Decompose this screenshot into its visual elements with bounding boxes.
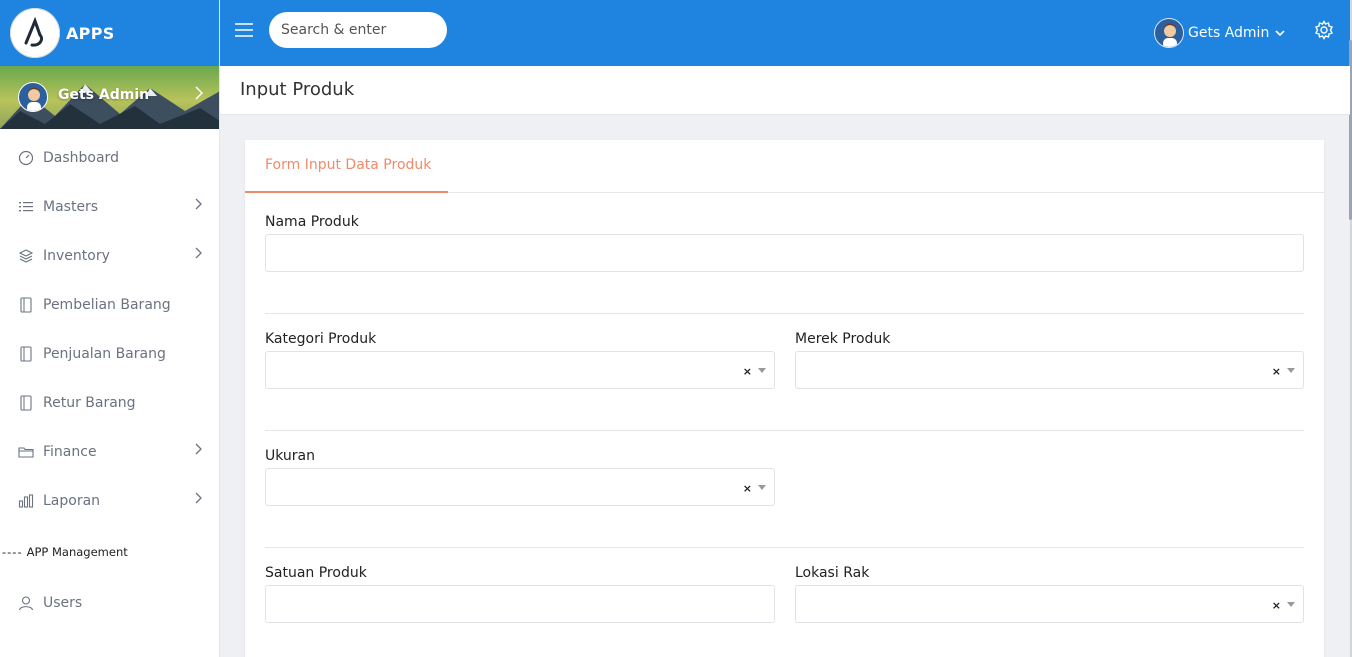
sidebar-user-panel[interactable]: Gets Admin: [0, 66, 219, 129]
sidebar-item-users[interactable]: Users: [0, 578, 219, 627]
sidebar-item-label: Pembelian Barang: [43, 296, 171, 313]
sidebar-item-laporan[interactable]: Laporan: [0, 476, 219, 525]
notebook-icon: [18, 296, 34, 313]
folder-icon: [18, 444, 34, 460]
sidebar-item-label: Laporan: [43, 492, 101, 509]
form-card: Form Input Data Produk Nama Produk Kateg…: [245, 140, 1324, 657]
nama-produk-input[interactable]: [265, 234, 1304, 272]
top-user-menu[interactable]: Gets Admin: [1154, 18, 1285, 48]
kategori-produk-select[interactable]: ×: [265, 351, 775, 389]
label-nama-produk: Nama Produk: [265, 214, 359, 230]
sidebar-item-penjualan-barang[interactable]: Penjualan Barang: [0, 329, 219, 378]
layers-icon: [18, 248, 34, 264]
gear-icon[interactable]: [1314, 20, 1334, 44]
hamburger-menu-icon[interactable]: [235, 22, 253, 38]
satuan-produk-input[interactable]: [265, 585, 775, 623]
management-menu: Users: [0, 561, 219, 627]
sidebar-user-name: Gets Admin: [58, 87, 150, 103]
top-user-name: Gets Admin: [1188, 25, 1270, 41]
section-title-app-management: ---- APP Management: [0, 543, 219, 561]
dashboard-icon: [18, 150, 34, 166]
sidebar-item-label: Finance: [43, 443, 97, 460]
divider: [265, 313, 1304, 314]
bar-chart-icon: [18, 493, 34, 509]
sidebar-item-pembelian-barang[interactable]: Pembelian Barang: [0, 280, 219, 329]
chevron-right-icon: [195, 443, 202, 459]
sidebar-item-inventory[interactable]: Inventory: [0, 231, 219, 280]
page-header: Input Produk: [220, 66, 1350, 115]
sidebar-item-finance[interactable]: Finance: [0, 427, 219, 476]
chevron-right-icon: [195, 492, 202, 508]
chevron-down-icon: [1275, 25, 1285, 41]
ukuran-select[interactable]: ×: [265, 468, 775, 506]
section-title-label: APP Management: [26, 545, 128, 559]
user-avatar: [18, 82, 48, 112]
chevron-right-icon: [195, 247, 202, 263]
clear-icon[interactable]: ×: [1272, 599, 1281, 612]
label-ukuran: Ukuran: [265, 448, 316, 464]
divider: [265, 547, 1304, 548]
notebook-icon: [18, 394, 34, 411]
card-tabs: Form Input Data Produk: [245, 140, 1324, 193]
page-title: Input Produk: [240, 79, 355, 100]
sidebar-item-label: Penjualan Barang: [43, 345, 166, 362]
sidebar-item-label: Masters: [43, 198, 99, 215]
label-lokasi-rak: Lokasi Rak: [795, 565, 870, 581]
sidebar-item-label: Retur Barang: [43, 394, 136, 411]
label-satuan-produk: Satuan Produk: [265, 565, 367, 581]
divider: [265, 430, 1304, 431]
label-kategori-produk: Kategori Produk: [265, 331, 377, 347]
chevron-right-icon: [195, 198, 202, 214]
merek-produk-select[interactable]: ×: [795, 351, 1304, 389]
dropdown-arrow-icon: [1287, 602, 1295, 607]
users-icon: [18, 595, 34, 611]
clear-icon[interactable]: ×: [743, 365, 752, 378]
top-bar: Gets Admin: [220, 0, 1350, 66]
dropdown-arrow-icon: [758, 485, 766, 490]
list-icon: [18, 199, 34, 215]
section-dash: ----: [2, 545, 23, 559]
sidebar-item-dashboard[interactable]: Dashboard: [0, 133, 219, 182]
app-logo: [10, 8, 60, 58]
tab-form-input-data-produk[interactable]: Form Input Data Produk: [245, 140, 448, 193]
sidebar-item-label: Inventory: [43, 247, 110, 264]
sidebar-menu: Dashboard Masters Inventory Pembelian Ba…: [0, 129, 219, 525]
sidebar-item-label: Users: [43, 594, 83, 611]
lokasi-rak-select[interactable]: ×: [795, 585, 1304, 623]
clear-icon[interactable]: ×: [743, 482, 752, 495]
sidebar-item-masters[interactable]: Masters: [0, 182, 219, 231]
clear-icon[interactable]: ×: [1272, 365, 1281, 378]
top-user-avatar: [1154, 18, 1184, 48]
dropdown-arrow-icon: [758, 368, 766, 373]
sidebar-item-label: Dashboard: [43, 149, 119, 166]
brand-name: APPS: [66, 23, 115, 43]
label-merek-produk: Merek Produk: [795, 331, 891, 347]
sidebar: APPS Gets Admin Dashboard Masters Invent…: [0, 0, 220, 657]
search-input[interactable]: [269, 12, 447, 48]
brand[interactable]: APPS: [0, 0, 219, 66]
notebook-icon: [18, 345, 34, 362]
sidebar-item-retur-barang[interactable]: Retur Barang: [0, 378, 219, 427]
dropdown-arrow-icon: [1287, 368, 1295, 373]
chevron-right-icon: [195, 85, 204, 104]
